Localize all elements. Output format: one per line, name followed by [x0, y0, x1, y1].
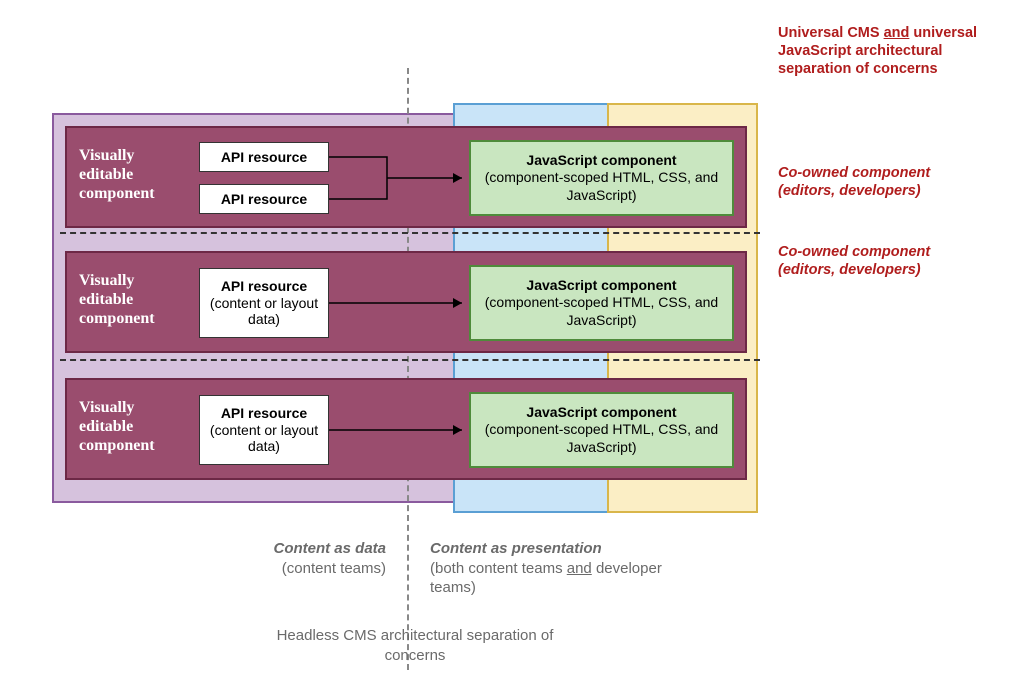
api-resource-box: API resource (content or layout data) — [199, 395, 329, 465]
api-title: API resource — [221, 278, 307, 295]
annotation-content-presentation: Content as presentation (both content te… — [430, 539, 690, 598]
api-title: API resource — [221, 149, 307, 166]
annotation-universal-cms: Universal CMS and universal JavaScript a… — [778, 24, 988, 78]
row-divider-2 — [60, 359, 760, 361]
anno-title: Co-owned component — [778, 165, 930, 181]
api-title: API resource — [221, 405, 307, 422]
api-sub: (content or layout data) — [200, 295, 328, 329]
anno-title: Content as presentation — [430, 540, 602, 557]
row-label: Visually editable component — [79, 398, 189, 456]
diagram-canvas: Visually editable component API resource… — [0, 0, 1015, 700]
js-title: JavaScript component — [526, 277, 676, 295]
annotation-coowned-1: Co-owned component (editors, developers) — [778, 164, 988, 200]
js-title: JavaScript component — [526, 152, 676, 170]
annotation-coowned-2: Co-owned component (editors, developers) — [778, 243, 988, 279]
annotation-content-data: Content as data (content teams) — [206, 539, 386, 578]
js-sub: (component-scoped HTML, CSS, and JavaScr… — [477, 421, 726, 456]
api-resource-box: API resource — [199, 184, 329, 214]
api-resource-box: API resource — [199, 142, 329, 172]
component-row-3: Visually editable component API resource… — [65, 378, 747, 480]
anno-text: Universal CMS — [778, 25, 884, 41]
anno-title: Co-owned component — [778, 244, 930, 260]
row-label: Visually editable component — [79, 271, 189, 329]
anno-sub: (content teams) — [282, 560, 386, 577]
component-row-1: Visually editable component API resource… — [65, 126, 747, 228]
js-component-box: JavaScript component (component-scoped H… — [469, 265, 734, 341]
api-title: API resource — [221, 191, 307, 208]
row-label: Visually editable component — [79, 146, 189, 204]
anno-title: Content as data — [273, 540, 386, 557]
js-sub: (component-scoped HTML, CSS, and JavaScr… — [477, 169, 726, 204]
js-sub: (component-scoped HTML, CSS, and JavaScr… — [477, 294, 726, 329]
api-sub: (content or layout data) — [200, 422, 328, 456]
row-divider-1 — [60, 232, 760, 234]
js-component-box: JavaScript component (component-scoped H… — [469, 140, 734, 216]
anno-sub: (editors, developers) — [778, 262, 921, 278]
api-resource-box: API resource (content or layout data) — [199, 268, 329, 338]
anno-sub: (editors, developers) — [778, 183, 921, 199]
js-component-box: JavaScript component (component-scoped H… — [469, 392, 734, 468]
anno-text-underlined: and — [884, 25, 910, 41]
anno-sub-ul: and — [567, 560, 592, 577]
component-row-2: Visually editable component API resource… — [65, 251, 747, 353]
anno-sub-pre: (both content teams — [430, 560, 567, 577]
anno-text: Headless CMS architectural separation of… — [277, 627, 554, 664]
js-title: JavaScript component — [526, 404, 676, 422]
annotation-headless: Headless CMS architectural separation of… — [270, 626, 560, 665]
